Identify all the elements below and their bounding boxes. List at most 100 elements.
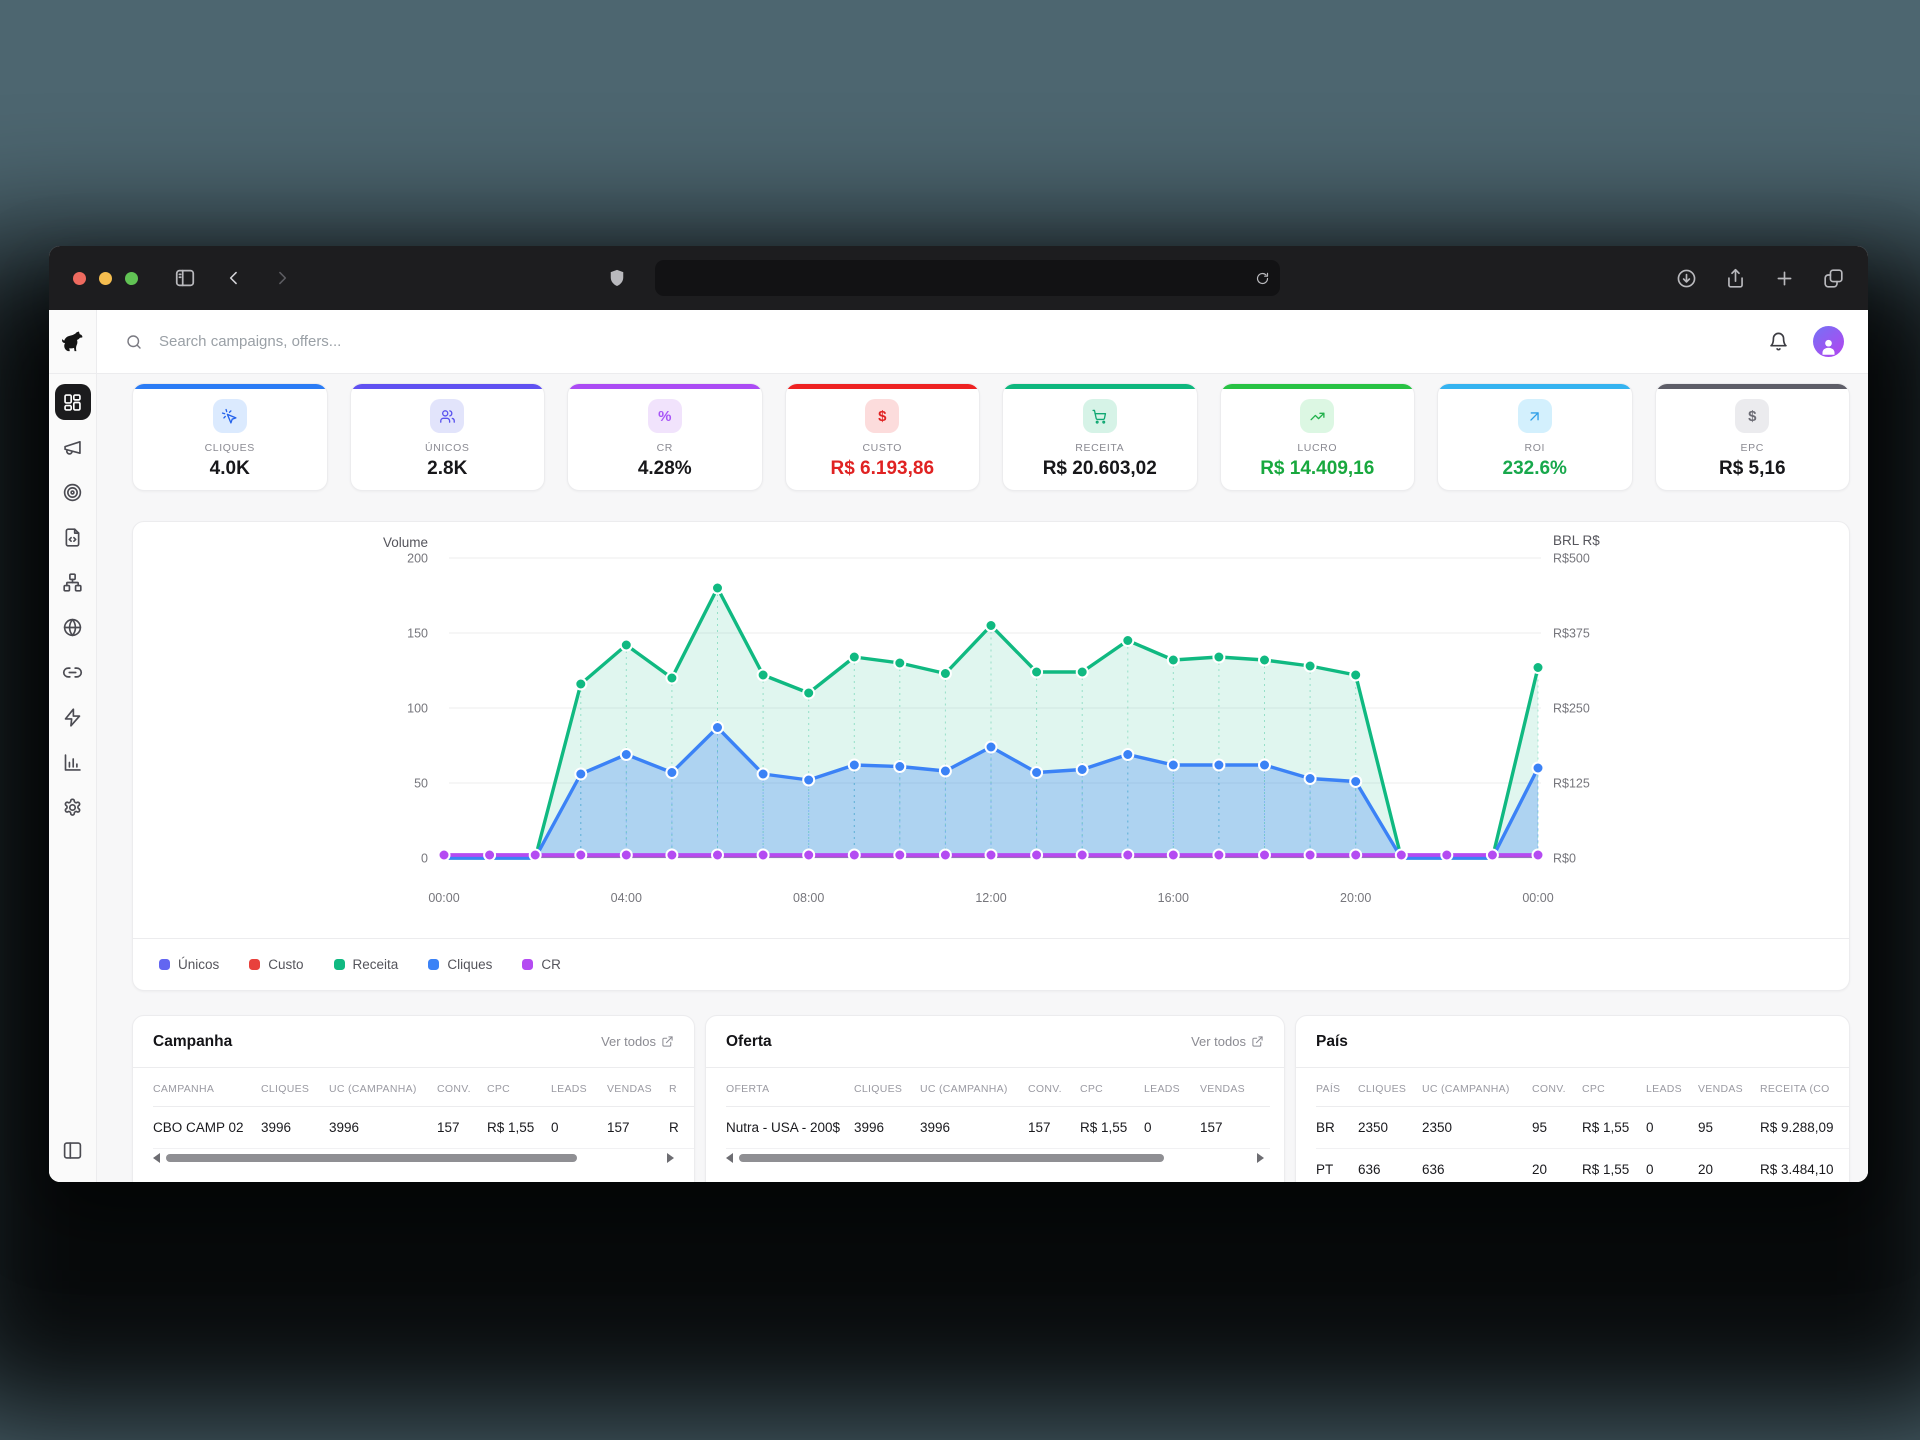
- dollar-icon: $: [865, 399, 899, 433]
- bell-icon[interactable]: [1768, 331, 1789, 352]
- file-code-icon: [62, 527, 83, 548]
- table-cell: 3996: [920, 1107, 1028, 1149]
- downloads-icon[interactable]: [1676, 268, 1697, 289]
- scroll-left-icon[interactable]: [153, 1153, 160, 1163]
- minimize-window-button[interactable]: [99, 272, 112, 285]
- table-card-pas: País PAÍSCLIQUESUC (CAMPANHA)CONV.CPCLEA…: [1295, 1015, 1850, 1182]
- kpi-card-lucro: LUCRO R$ 14.409,16: [1220, 383, 1416, 491]
- kpi-card-custo: $ CUSTO R$ 6.193,86: [785, 383, 981, 491]
- ver-todos-link[interactable]: Ver todos: [1191, 1034, 1264, 1049]
- kpi-value: R$ 20.603,02: [1043, 458, 1157, 480]
- legend-swatch: [334, 959, 345, 970]
- svg-text:0: 0: [421, 852, 428, 866]
- svg-text:04:00: 04:00: [611, 891, 642, 905]
- legend-item-custo[interactable]: Custo: [249, 957, 303, 972]
- tables-row: Campanha Ver todos CAMPANHACLIQUESUC (CA…: [132, 1015, 1850, 1182]
- legend-label: Receita: [353, 957, 399, 972]
- table-row: Nutra - USA - 200$39963996157R$ 1,550157: [726, 1107, 1270, 1149]
- kpi-value: 4.0K: [210, 458, 250, 480]
- sidebar-item-network[interactable]: [55, 564, 91, 600]
- kpi-value: 2.8K: [427, 458, 467, 480]
- scrollbar-thumb[interactable]: [739, 1154, 1164, 1162]
- svg-text:100: 100: [407, 702, 428, 716]
- legend-item-cr[interactable]: CR: [522, 957, 561, 972]
- legend-label: Cliques: [447, 957, 492, 972]
- table-cell: 0: [1144, 1107, 1200, 1149]
- sidebar-item-dashboard[interactable]: [55, 384, 91, 420]
- svg-text:BRL R$: BRL R$: [1553, 533, 1600, 548]
- ver-todos-link[interactable]: Ver todos: [601, 1034, 674, 1049]
- arrow-up-right-icon: [1518, 399, 1552, 433]
- browser-window: CLIQUES 4.0K ÚNICOS 2.8K % CR 4.28% $ CU…: [49, 246, 1868, 1182]
- scrollbar-thumb[interactable]: [166, 1154, 577, 1162]
- scroll-left-icon[interactable]: [726, 1153, 733, 1163]
- app-root: CLIQUES 4.0K ÚNICOS 2.8K % CR 4.28% $ CU…: [49, 310, 1868, 1182]
- svg-text:50: 50: [414, 777, 428, 791]
- sidebar-item-gear[interactable]: [55, 789, 91, 825]
- table-cell: PT: [1316, 1149, 1358, 1183]
- table-cell: Nutra - USA - 200$: [726, 1107, 854, 1149]
- scroll-right-icon[interactable]: [667, 1153, 674, 1163]
- app-logo[interactable]: [49, 310, 96, 374]
- column-header: CONV.: [1028, 1068, 1080, 1107]
- table-cell: 2350: [1358, 1107, 1422, 1149]
- trend-icon: [1300, 399, 1334, 433]
- zoom-window-button[interactable]: [125, 272, 138, 285]
- sidebar-item-bar-chart[interactable]: [55, 744, 91, 780]
- kpi-card-epc: $ EPC R$ 5,16: [1655, 383, 1851, 491]
- legend-item-receita[interactable]: Receita: [334, 957, 399, 972]
- close-window-button[interactable]: [73, 272, 86, 285]
- horizontal-scrollbar[interactable]: [153, 1152, 674, 1164]
- data-table: OFERTACLIQUESUC (CAMPANHA)CONV.CPCLEADSV…: [726, 1068, 1270, 1149]
- table-cell: R$ 3.484,10: [1760, 1149, 1849, 1183]
- kpi-label: ÚNICOS: [425, 442, 469, 454]
- kpi-value: 232.6%: [1503, 458, 1567, 480]
- user-icon: [1819, 336, 1838, 356]
- sidebar-item-zap[interactable]: [55, 699, 91, 735]
- dog-logo-icon: [59, 328, 86, 355]
- search-input[interactable]: [157, 332, 1754, 351]
- svg-text:R$375: R$375: [1553, 627, 1590, 641]
- forward-icon[interactable]: [272, 268, 292, 288]
- back-icon[interactable]: [224, 268, 244, 288]
- table-cell: R$ 1,55: [1582, 1149, 1646, 1183]
- reload-icon[interactable]: [1255, 271, 1270, 286]
- table-cell: 157: [1028, 1107, 1080, 1149]
- legend-item-cliques[interactable]: Cliques: [428, 957, 492, 972]
- kpi-label: ROI: [1525, 442, 1545, 454]
- legend-swatch: [249, 959, 260, 970]
- sidebar-item-link[interactable]: [55, 654, 91, 690]
- table-cell: 95: [1698, 1107, 1760, 1149]
- sidebar-item-file-code[interactable]: [55, 519, 91, 555]
- sidebar-toggle-icon[interactable]: [174, 267, 196, 289]
- legend-label: Custo: [268, 957, 303, 972]
- sidebar-item-megaphone[interactable]: [55, 429, 91, 465]
- avatar[interactable]: [1813, 326, 1844, 357]
- column-header: VENDAS: [1698, 1068, 1760, 1107]
- shield-icon[interactable]: [607, 268, 627, 288]
- sidebar-item-globe[interactable]: [55, 609, 91, 645]
- share-icon[interactable]: [1725, 268, 1746, 289]
- dollar-icon: $: [1735, 399, 1769, 433]
- scroll-right-icon[interactable]: [1257, 1153, 1264, 1163]
- table-cell: R$ 1,55: [1582, 1107, 1646, 1149]
- tab-overview-icon[interactable]: [1823, 268, 1844, 289]
- horizontal-scrollbar[interactable]: [726, 1152, 1264, 1164]
- column-header: OFERTA: [726, 1068, 854, 1107]
- traffic-chart: VolumeBRL R$0R$050R$125100R$250150R$3752…: [133, 522, 1849, 992]
- search-icon: [125, 333, 143, 351]
- table-cell: 20: [1532, 1149, 1582, 1183]
- svg-text:00:00: 00:00: [1522, 891, 1553, 905]
- kpi-row: CLIQUES 4.0K ÚNICOS 2.8K % CR 4.28% $ CU…: [132, 383, 1850, 491]
- dashboard-icon: [62, 392, 83, 413]
- kpi-card-roi: ROI 232.6%: [1437, 383, 1633, 491]
- new-tab-icon[interactable]: [1774, 268, 1795, 289]
- table-cell: 95: [1532, 1107, 1582, 1149]
- url-bar[interactable]: [655, 260, 1280, 296]
- sidebar-collapse-icon[interactable]: [55, 1132, 91, 1168]
- legend-item-únicos[interactable]: Únicos: [159, 957, 219, 972]
- svg-text:20:00: 20:00: [1340, 891, 1371, 905]
- kpi-label: CR: [657, 442, 673, 454]
- sidebar-item-target[interactable]: [55, 474, 91, 510]
- svg-text:R$0: R$0: [1553, 852, 1576, 866]
